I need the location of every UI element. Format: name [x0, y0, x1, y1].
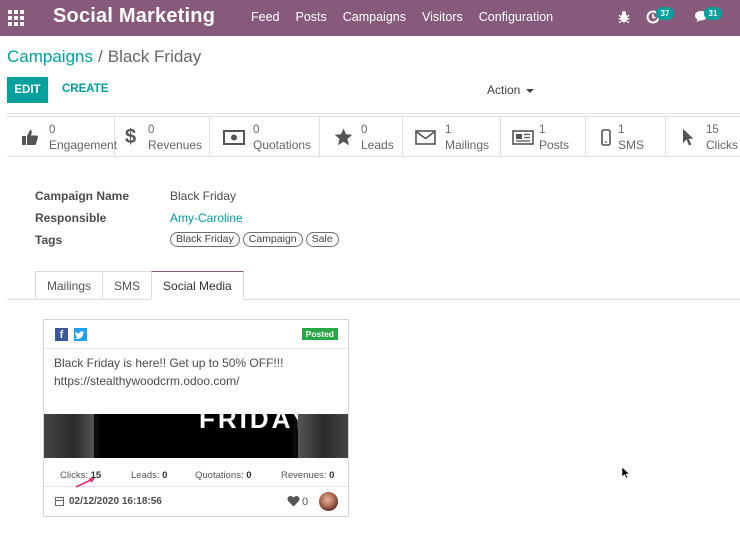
facebook-icon: f: [55, 328, 68, 341]
divider: [7, 113, 740, 114]
tag-black-friday[interactable]: Black Friday: [170, 232, 240, 247]
bug-icon[interactable]: [618, 10, 630, 24]
breadcrumb-campaigns-link[interactable]: Campaigns: [7, 47, 93, 66]
mobile-icon: [601, 129, 611, 146]
stat-sms-label: SMS: [618, 138, 645, 152]
stat-button-posts[interactable]: 1 Posts: [501, 117, 586, 157]
avatar[interactable]: [319, 492, 338, 511]
post-message-line-1: Black Friday is here!! Get up to 50% OFF…: [54, 356, 284, 370]
caret-down-icon: [526, 88, 535, 93]
star-icon: [334, 128, 353, 146]
metric-quotations: Quotations: 0: [195, 470, 252, 481]
post-card-header: f Posted: [44, 320, 348, 349]
stat-engagement-label: Engagement: [49, 138, 118, 152]
stat-quotations-value: 0: [253, 124, 260, 136]
heart-icon[interactable]: [287, 495, 300, 507]
main-menu: Feed Posts Campaigns Visitors Configurat…: [251, 10, 569, 24]
stat-button-revenues[interactable]: $ 0 Revenues: [115, 117, 210, 157]
stat-engagement-value: 0: [49, 124, 56, 136]
twitter-icon: [74, 328, 87, 341]
stat-sms-value: 1: [618, 124, 625, 136]
newspaper-icon: [512, 130, 534, 145]
stat-mailings-value: 1: [445, 124, 452, 136]
menu-item-visitors[interactable]: Visitors: [422, 10, 463, 24]
post-card-footer: 02/12/2020 16:18:56 0: [44, 488, 348, 516]
mouse-cursor-icon: [621, 466, 631, 479]
money-icon: [223, 130, 245, 145]
stat-mailings-label: Mailings: [445, 138, 490, 152]
stat-buttons-bar: 0 Engagement $ 0 Revenues 0 Quotations 0…: [7, 116, 740, 157]
post-message-link[interactable]: https://stealthywoodcrm.odoo.com/: [54, 372, 340, 390]
stat-button-sms[interactable]: 1 SMS: [586, 117, 666, 157]
post-message: Black Friday is here!! Get up to 50% OFF…: [54, 354, 340, 390]
envelope-icon: [415, 130, 436, 145]
apps-menu-icon[interactable]: [8, 10, 24, 26]
stat-leads-label: Leads: [361, 138, 394, 152]
stat-button-mailings[interactable]: 1 Mailings: [403, 117, 501, 157]
tags-list: Black Friday Campaign Sale: [170, 232, 342, 247]
notebook-tabs: Mailings SMS Social Media: [35, 271, 244, 300]
responsible-link[interactable]: Amy-Caroline: [170, 211, 243, 225]
stat-clicks-value: 15: [706, 124, 719, 136]
stat-posts-label: Posts: [539, 138, 570, 152]
post-image-left-panel: [44, 414, 94, 458]
stat-button-quotations[interactable]: 0 Quotations: [210, 117, 320, 157]
stat-revenues-label: Revenues: [148, 138, 203, 152]
campaign-name-value: Black Friday: [170, 189, 237, 203]
create-button[interactable]: CREATE: [62, 83, 108, 95]
post-image[interactable]: FRIDAY: [44, 414, 348, 458]
stat-button-clicks[interactable]: 15 Clicks: [666, 117, 740, 157]
stat-quotations-label: Quotations: [253, 138, 312, 152]
like-count: 0: [302, 496, 309, 508]
metric-leads-label: Leads:: [131, 470, 160, 481]
post-image-center-panel: FRIDAY: [99, 414, 308, 458]
post-date: 02/12/2020 16:18:56: [69, 496, 162, 507]
stat-leads-value: 0: [361, 124, 368, 136]
messages-count-badge: 31: [704, 7, 722, 20]
tab-social-media[interactable]: Social Media: [151, 271, 244, 300]
stat-button-engagement[interactable]: 0 Engagement: [7, 117, 118, 157]
breadcrumb-separator: /: [98, 47, 103, 66]
stat-posts-value: 1: [539, 124, 546, 136]
edit-button[interactable]: EDIT: [7, 77, 48, 103]
responsible-label: Responsible: [35, 211, 107, 225]
stat-clicks-label: Clicks: [706, 138, 738, 152]
menu-item-configuration[interactable]: Configuration: [479, 10, 553, 24]
breadcrumb-current: Black Friday: [107, 47, 202, 66]
menu-item-campaigns[interactable]: Campaigns: [343, 10, 406, 24]
social-post-card[interactable]: f Posted Black Friday is here!! Get up t…: [43, 319, 349, 517]
tab-mailings[interactable]: Mailings: [35, 271, 103, 300]
activity-count-badge: 37: [656, 7, 674, 20]
stat-revenues-value: 0: [148, 124, 155, 136]
metric-revenues-value: 0: [329, 470, 335, 481]
top-navbar: Social Marketing Feed Posts Campaigns Vi…: [0, 0, 740, 36]
post-image-text: FRIDAY: [199, 414, 312, 434]
breadcrumb: Campaigns / Black Friday: [7, 47, 201, 67]
metric-quotations-value: 0: [246, 470, 252, 481]
metric-leads-value: 0: [162, 470, 168, 481]
calendar-icon: [55, 497, 64, 506]
action-dropdown[interactable]: Action: [487, 83, 535, 97]
menu-item-posts[interactable]: Posts: [296, 10, 327, 24]
action-label: Action: [487, 83, 521, 97]
annotation-arrow-icon: [75, 478, 95, 488]
metric-quotations-label: Quotations:: [195, 470, 244, 481]
post-image-right-panel: [298, 414, 348, 458]
thumbs-up-icon: [22, 130, 38, 145]
tags-label: Tags: [35, 233, 63, 247]
tag-campaign[interactable]: Campaign: [242, 232, 303, 247]
metric-leads: Leads: 0: [131, 470, 167, 481]
tab-sms[interactable]: SMS: [102, 271, 152, 300]
metric-revenues: Revenues: 0: [281, 470, 334, 481]
pointer-icon: [683, 129, 694, 146]
stat-button-leads[interactable]: 0 Leads: [320, 117, 403, 157]
tag-sale[interactable]: Sale: [305, 232, 339, 247]
menu-item-feed[interactable]: Feed: [251, 10, 280, 24]
app-title[interactable]: Social Marketing: [53, 5, 215, 28]
dollar-icon: $: [125, 126, 137, 148]
metric-revenues-label: Revenues:: [281, 470, 327, 481]
campaign-name-label: Campaign Name: [35, 189, 130, 203]
posted-status-badge: Posted: [301, 328, 338, 340]
